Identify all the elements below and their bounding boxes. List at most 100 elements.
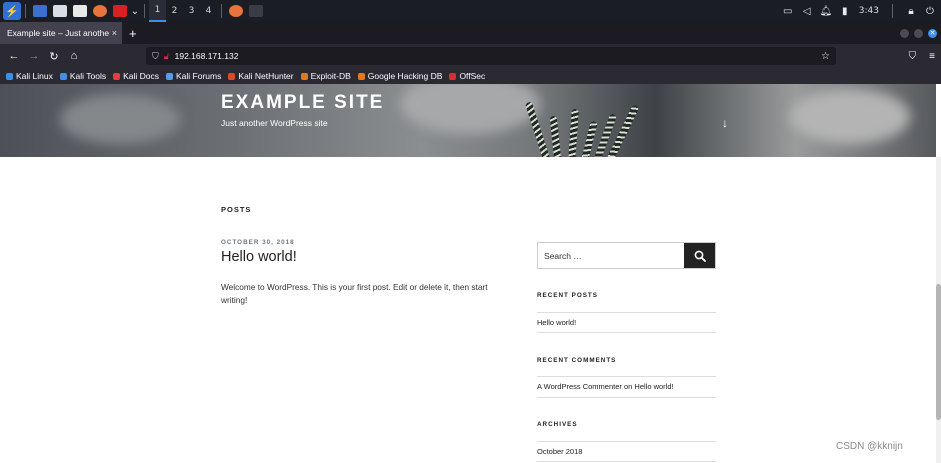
bookmark-label: Kali NetHunter (238, 71, 294, 81)
workspace-2[interactable]: 2 (166, 0, 183, 22)
power-icon[interactable]: ⏻ (925, 6, 935, 17)
volume-muted-icon[interactable]: ◁ (802, 6, 812, 17)
chevron-down-icon[interactable]: ⌄ (130, 6, 140, 17)
bookmark-kali-tools[interactable]: Kali Tools (59, 71, 107, 81)
bookmark-kali-forums[interactable]: Kali Forums (166, 71, 221, 81)
site-title[interactable]: EXAMPLE SITE (221, 92, 384, 114)
widget-divider (537, 461, 716, 462)
notification-bell-icon[interactable]: 🔔︎ (819, 6, 832, 17)
search-button[interactable] (684, 243, 715, 268)
maximize-button[interactable] (914, 28, 923, 38)
forward-arrow-icon[interactable]: → (24, 50, 44, 62)
recent-comments-title: RECENT COMMENTS (537, 357, 617, 364)
scroll-down-arrow-icon[interactable]: ↓ (722, 116, 728, 130)
scrollbar-thumb[interactable] (936, 284, 941, 420)
post-body: Welcome to WordPress. This is your first… (221, 282, 488, 305)
bookmark-label: Kali Forums (176, 71, 222, 81)
bookmark-icon (228, 72, 236, 80)
clock[interactable]: 3:43 (859, 6, 879, 16)
header-bokeh (790, 89, 910, 144)
window-controls: ✕ (900, 28, 941, 38)
bookmark-icon (166, 72, 173, 80)
taskbar-separator (892, 4, 893, 18)
bookmark-label: OffSec (459, 71, 486, 81)
text-editor-icon[interactable] (73, 5, 87, 17)
search-form (537, 242, 716, 269)
header-bokeh (400, 84, 540, 134)
widget-divider (537, 332, 716, 333)
archive-link[interactable]: October 2018 (537, 447, 582, 456)
archives-title: ARCHIVES (537, 421, 578, 428)
bookmark-kali-linux[interactable]: Kali Linux (6, 71, 53, 81)
bookmark-icon (59, 72, 67, 80)
home-icon[interactable]: ⌂ (64, 50, 84, 62)
bookmarks-toolbar: Kali Linux Kali Tools Kali Docs Kali For… (0, 68, 941, 84)
desktop-icon[interactable] (33, 5, 47, 17)
close-window-button[interactable]: ✕ (928, 28, 937, 38)
bookmark-kali-nethunter[interactable]: Kali NetHunter (228, 71, 294, 81)
insecure-lock-icon[interactable]: 🔓︎ (164, 51, 170, 62)
bookmark-label: Exploit-DB (310, 71, 351, 81)
post-date[interactable]: OCTOBER 30, 2018 (221, 239, 295, 246)
bookmark-label: Kali Linux (16, 71, 53, 81)
bookmark-icon (6, 72, 13, 80)
search-input[interactable] (538, 243, 684, 268)
bookmark-icon (113, 72, 121, 80)
bookmark-label: Kali Docs (123, 71, 159, 81)
tab-title: Example site – Just another W (7, 28, 109, 38)
bookmark-google-hacking-db[interactable]: Google Hacking DB (357, 71, 442, 81)
bookmark-offsec[interactable]: OffSec (449, 71, 485, 81)
recent-post-link[interactable]: Hello world! (537, 318, 576, 327)
reload-icon[interactable]: ↻ (44, 50, 64, 63)
bookmark-star-icon[interactable]: ☆ (821, 51, 830, 62)
new-tab-button[interactable]: + (129, 26, 137, 41)
terminal-window-icon[interactable] (249, 5, 263, 17)
display-icon[interactable]: ▭ (783, 6, 793, 17)
close-tab-icon[interactable]: × (112, 28, 117, 38)
taskbar-launchers: ⚡ ⌄ 1 2 3 4 (0, 0, 266, 22)
widget-divider (537, 312, 716, 313)
plant-leaf (607, 104, 640, 157)
browser-nav-bar: ← → ↻ ⌂ ⛉ 🔓︎ 192.168.171.132 ☆ ⛉ ≡ (0, 44, 941, 68)
back-arrow-icon[interactable]: ← (4, 50, 24, 62)
posts-heading: POSTS (221, 205, 252, 214)
tab-example-site[interactable]: Example site – Just another W × (0, 22, 122, 44)
nav-right-tools: ⛉ ≡ (909, 51, 935, 62)
firefox-icon[interactable] (93, 5, 107, 17)
terminal-icon[interactable] (113, 5, 127, 17)
recent-comment-link[interactable]: A WordPress Commenter on Hello world! (537, 382, 674, 391)
taskbar-separator (221, 4, 222, 18)
firefox-window-icon[interactable] (229, 5, 243, 17)
plant-leaf (568, 108, 579, 157)
recent-posts-title: RECENT POSTS (537, 292, 598, 299)
menu-icon[interactable]: ≡ (929, 51, 935, 62)
file-manager-icon[interactable] (53, 5, 67, 17)
header-bokeh (60, 94, 180, 144)
url-text[interactable]: 192.168.171.132 (175, 51, 821, 61)
plant-leaf (549, 115, 562, 157)
bookmark-icon (449, 72, 457, 80)
bookmark-icon (300, 72, 308, 80)
url-bar[interactable]: ⛉ 🔓︎ 192.168.171.132 ☆ (146, 47, 836, 65)
kali-menu-icon[interactable]: ⚡ (3, 2, 21, 20)
widget-divider (537, 441, 716, 442)
bookmark-kali-docs[interactable]: Kali Docs (113, 71, 159, 81)
bookmark-exploit-db[interactable]: Exploit-DB (300, 71, 351, 81)
bookmark-label: Kali Tools (69, 71, 107, 81)
site-description: Just another WordPress site (221, 118, 328, 128)
widget-divider (537, 376, 716, 377)
workspace-1[interactable]: 1 (149, 0, 166, 22)
workspace-3[interactable]: 3 (183, 0, 200, 22)
page-scrollbar[interactable] (936, 157, 941, 463)
tracking-shield-icon[interactable]: ⛉ (152, 51, 159, 62)
system-tray: ▭ ◁ 🔔︎ ▮ 3:43 🔒︎ ⏻ (783, 4, 941, 18)
minimize-button[interactable] (900, 28, 909, 38)
csdn-watermark: CSDN @kknijn (836, 441, 903, 452)
pocket-icon[interactable]: ⛉ (909, 51, 917, 62)
post-title[interactable]: Hello world! (221, 249, 297, 265)
lock-icon[interactable]: 🔒︎ (906, 6, 916, 17)
taskbar-separator (25, 4, 26, 18)
widget-divider (537, 397, 716, 398)
workspace-4[interactable]: 4 (200, 0, 217, 22)
battery-icon[interactable]: ▮ (840, 6, 850, 17)
